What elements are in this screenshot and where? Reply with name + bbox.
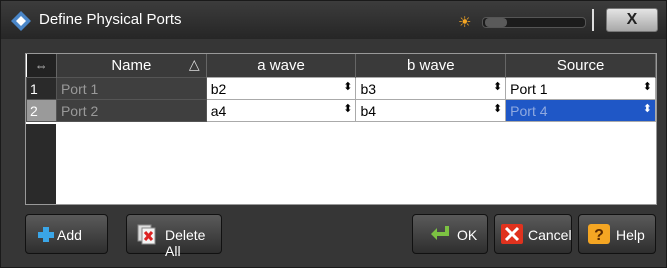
table-row[interactable]: 2 Port 2 a4 ⬍ b4 ⬍ Port 4 ⬍ [26, 99, 656, 122]
add-button[interactable]: Add [25, 214, 108, 254]
spin-arrows-icon[interactable]: ⬍ [493, 102, 502, 115]
table-header-row: ⇔ Name △ a wave b wave Source [26, 54, 656, 78]
column-header-name[interactable]: Name △ [56, 54, 207, 78]
define-physical-ports-dialog: Define Physical Ports ☀ X ⇔ Name △ a wav… [0, 0, 667, 268]
rs-logo-icon [11, 11, 31, 31]
sort-ascending-icon[interactable]: △ [189, 56, 200, 73]
row-header-strip [26, 124, 56, 204]
ok-button[interactable]: OK [412, 214, 488, 254]
a-wave-select[interactable]: b2 ⬍ [205, 77, 357, 100]
table-row[interactable]: 1 Port 1 b2 ⬍ b3 ⬍ Port 1 ⬍ [26, 77, 656, 100]
sun-icon: ☀ [458, 14, 472, 31]
ok-label: OK [457, 227, 478, 243]
column-header-a-wave[interactable]: a wave [206, 54, 357, 78]
delete-all-icon [137, 224, 156, 245]
ports-table: ⇔ Name △ a wave b wave Source 1 Port 1 b… [25, 53, 657, 205]
source-value: Port 4 [510, 102, 548, 119]
spin-arrows-icon[interactable]: ⬍ [343, 102, 352, 115]
help-label: Help [616, 227, 645, 243]
help-icon: ? [588, 224, 610, 244]
title-bar[interactable]: Define Physical Ports ☀ X [1, 1, 666, 39]
spin-arrows-icon[interactable]: ⬍ [493, 80, 502, 93]
port-name-cell: Port 1 [55, 77, 207, 100]
b-wave-value: b3 [360, 80, 377, 97]
add-label: Add [57, 227, 82, 243]
cancel-label: Cancel [528, 227, 572, 243]
svg-text:?: ? [594, 227, 604, 244]
spin-arrows-icon[interactable]: ⬍ [343, 80, 352, 93]
cancel-button[interactable]: Cancel [494, 214, 572, 254]
column-resize-icon[interactable]: ⇔ [26, 54, 57, 78]
divider [592, 9, 594, 31]
b-wave-value: b4 [360, 102, 377, 119]
spin-arrows-icon[interactable]: ⬍ [643, 80, 652, 93]
b-wave-select[interactable]: b4 ⬍ [355, 99, 507, 122]
row-number[interactable]: 1 [26, 77, 57, 100]
dialog-title: Define Physical Ports [39, 11, 182, 28]
source-value: Port 1 [510, 80, 548, 97]
source-select[interactable]: Port 1 ⬍ [505, 77, 656, 100]
ok-arrow-icon [431, 226, 449, 240]
help-button[interactable]: ? Help [578, 214, 656, 254]
b-wave-select[interactable]: b3 ⬍ [355, 77, 507, 100]
delete-all-label: Delete All [165, 227, 206, 259]
column-header-source[interactable]: Source [505, 54, 656, 78]
delete-all-button[interactable]: Delete All [126, 214, 222, 259]
spin-arrows-icon[interactable]: ⬍ [643, 102, 652, 115]
slider-handle[interactable] [485, 18, 507, 27]
column-header-b-wave[interactable]: b wave [355, 54, 507, 78]
plus-icon [38, 227, 54, 242]
transparency-slider[interactable] [482, 17, 586, 28]
port-name-cell: Port 2 [55, 99, 207, 122]
row-number[interactable]: 2 [26, 99, 57, 122]
cancel-x-icon [501, 224, 523, 244]
a-wave-select[interactable]: a4 ⬍ [205, 99, 357, 122]
a-wave-value: a4 [210, 102, 227, 119]
source-select[interactable]: Port 4 ⬍ [505, 99, 656, 122]
column-header-label: Name [111, 57, 152, 74]
a-wave-value: b2 [210, 80, 227, 97]
close-button[interactable]: X [606, 8, 658, 32]
